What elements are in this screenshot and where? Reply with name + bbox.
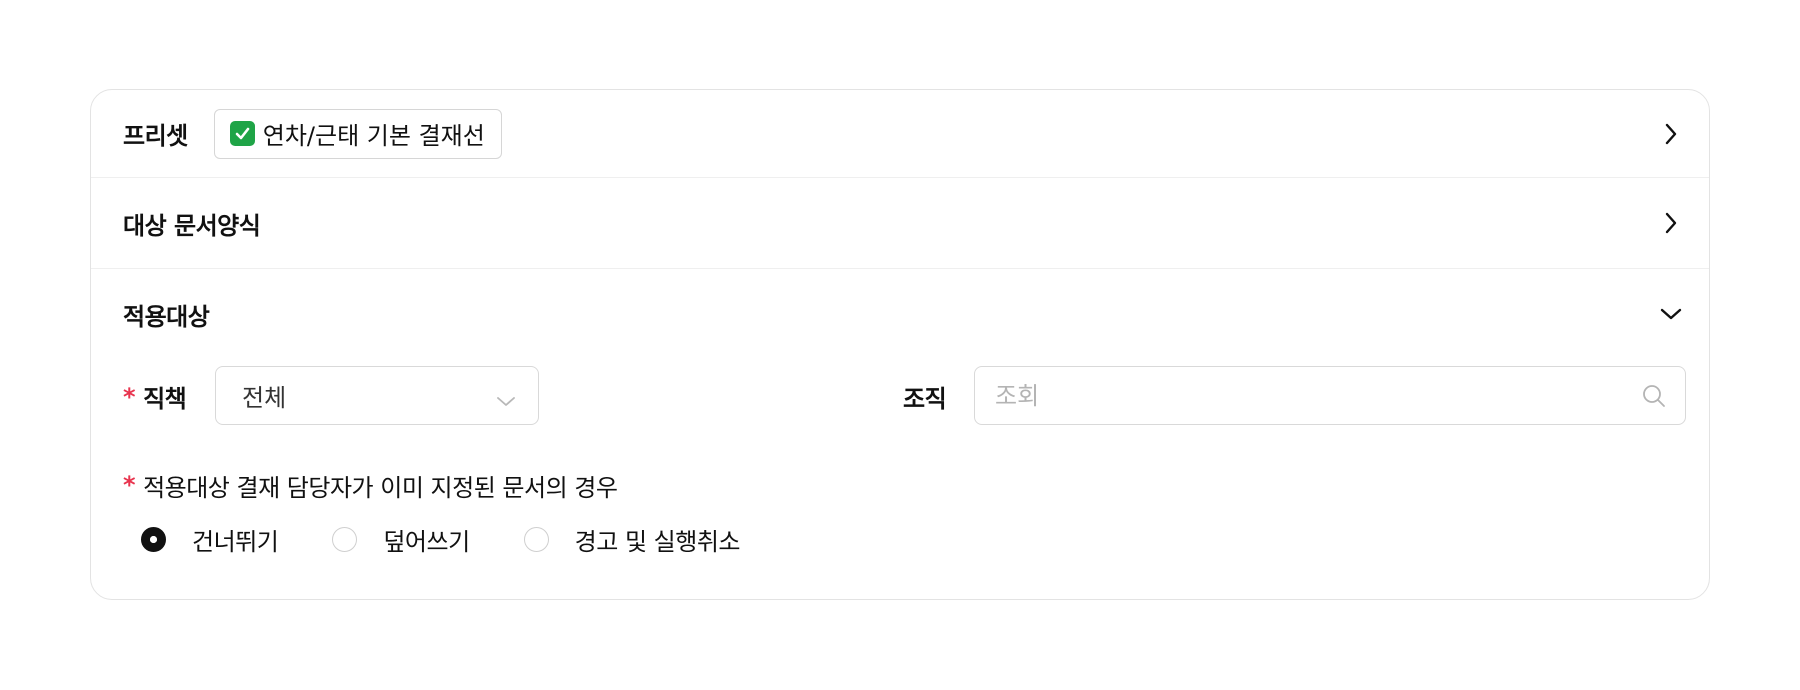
radio-option-overwrite[interactable]: 덮어쓰기 [332, 522, 470, 557]
check-mark-icon [229, 121, 255, 146]
radio-option-warn-cancel[interactable]: 경고 및 실행취소 [523, 522, 741, 557]
chevron-right-icon[interactable] [1659, 122, 1683, 146]
chevron-down-icon [496, 386, 516, 414]
radio-option-label: 경고 및 실행취소 [574, 527, 741, 556]
preset-row[interactable]: 프리셋 연차/근태 기본 결재선 [91, 90, 1709, 178]
radio-option-label: 덮어쓰기 [383, 527, 470, 556]
apply-target-row[interactable]: 적용대상 [91, 269, 1709, 359]
preset-chip[interactable]: 연차/근태 기본 결재선 [213, 108, 502, 159]
position-label: * 직책 [123, 379, 187, 414]
radio-button[interactable] [332, 526, 358, 552]
apply-target-title: 적용대상 [123, 302, 210, 331]
position-label-text: 직책 [143, 385, 187, 413]
existing-approver-question: * 적용대상 결재 담당자가 이미 지정된 문서의 경우 [91, 459, 1709, 511]
organization-label: 조직 [903, 385, 947, 413]
existing-approver-radio-group: 건너뛰기 덮어쓰기 경고 및 실행취소 [91, 511, 1709, 567]
doc-form-title: 대상 문서양식 [123, 211, 261, 240]
approval-settings-card: 프리셋 연차/근태 기본 결재선 대상 문서양식 적용대상 * 직책 전체 조직… [90, 89, 1710, 600]
organization-search-input[interactable] [995, 381, 1625, 410]
radio-option-skip[interactable]: 건너뛰기 [141, 522, 279, 557]
existing-approver-question-text: 적용대상 결재 담당자가 이미 지정된 문서의 경우 [143, 473, 618, 502]
apply-target-fields: * 직책 전체 조직 [91, 359, 1709, 459]
preset-title: 프리셋 [123, 122, 188, 150]
doc-form-row[interactable]: 대상 문서양식 [91, 178, 1709, 269]
position-select[interactable]: 전체 [215, 366, 539, 425]
organization-search[interactable] [974, 366, 1686, 425]
radio-button-checked[interactable] [141, 526, 166, 552]
search-icon[interactable] [1641, 383, 1667, 413]
required-mark: * [123, 471, 136, 499]
preset-chip-label: 연차/근태 기본 결재선 [262, 122, 485, 150]
radio-button[interactable] [523, 526, 549, 552]
chevron-right-icon[interactable] [1659, 211, 1683, 235]
chevron-down-icon[interactable] [1659, 302, 1683, 326]
required-mark: * [123, 382, 136, 411]
position-select-value: 전체 [242, 384, 287, 412]
radio-option-label: 건너뛰기 [192, 527, 279, 556]
